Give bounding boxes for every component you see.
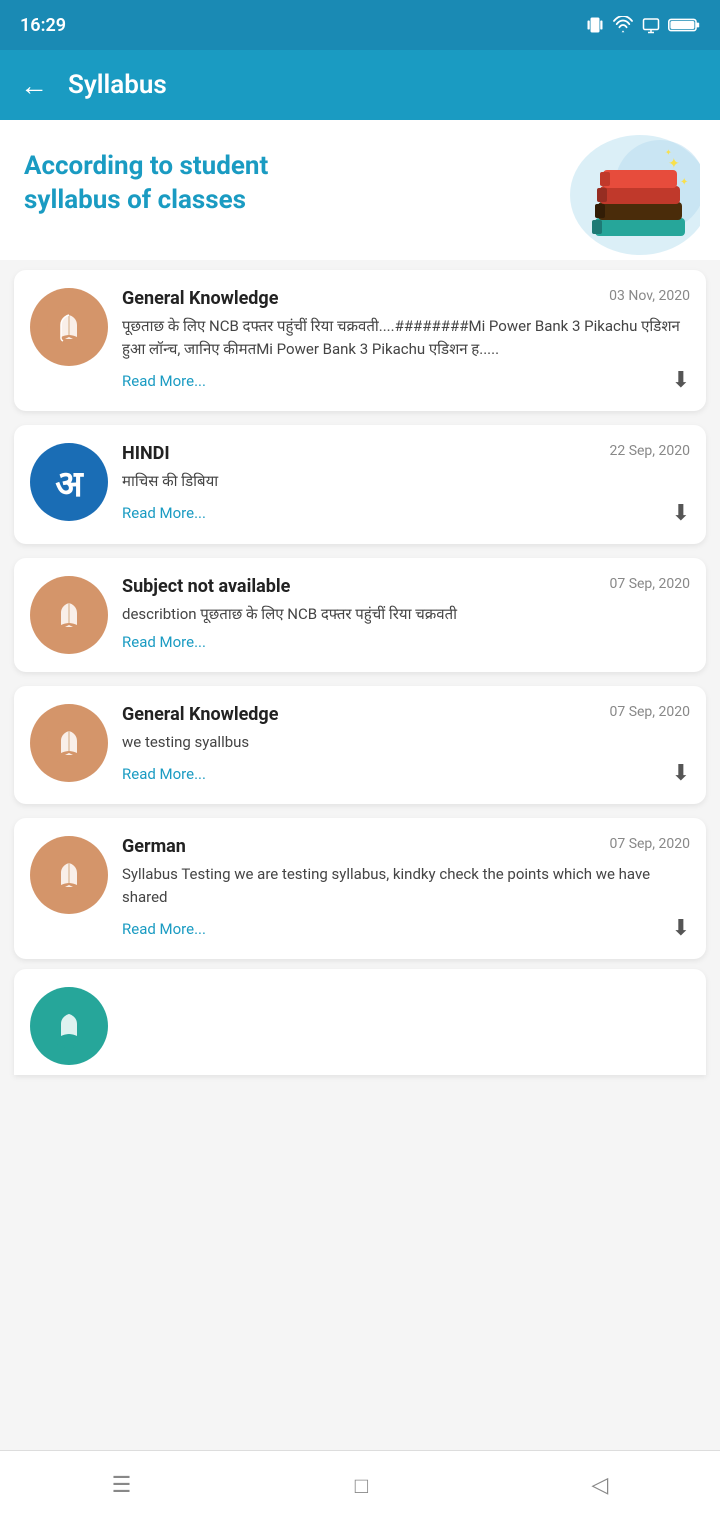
card-content-1: General Knowledge 03 Nov, 2020 पूछताछ के… — [122, 288, 690, 393]
card-item: General Knowledge 03 Nov, 2020 पूछताछ के… — [14, 270, 706, 411]
page-title: Syllabus — [68, 70, 167, 100]
card-date: 22 Sep, 2020 — [609, 443, 690, 459]
status-bar: 16:29 — [0, 0, 720, 50]
card-item: Subject not available 07 Sep, 2020 descr… — [14, 558, 706, 672]
back-nav-icon: ◁ — [591, 1473, 608, 1498]
download-icon[interactable]: ⬇ — [672, 368, 690, 393]
nav-back[interactable]: ◁ — [591, 1473, 608, 1498]
screen-icon — [642, 16, 660, 34]
header: ← Syllabus — [0, 50, 720, 120]
hindi-character: अ — [55, 458, 83, 507]
card-subject: General Knowledge — [122, 704, 278, 725]
card-description: माचिस की डिबिया — [122, 470, 690, 493]
svg-text:✦: ✦ — [680, 177, 688, 188]
cards-list: General Knowledge 03 Nov, 2020 पूछताछ के… — [0, 260, 720, 969]
nav-menu[interactable]: ☰ — [112, 1473, 132, 1498]
card-description: पूछताछ के लिए NCB दफ्तर पहुंचीं रिया चक्… — [122, 315, 690, 360]
home-icon: □ — [355, 1473, 368, 1499]
card-content-4: General Knowledge 07 Sep, 2020 we testin… — [122, 704, 690, 787]
hero-section: According to student syllabus of classes… — [0, 120, 720, 260]
card-icon-1 — [30, 288, 108, 366]
nav-home[interactable]: □ — [355, 1473, 368, 1499]
menu-icon: ☰ — [112, 1473, 132, 1498]
partial-card — [14, 969, 706, 1075]
card-content-2: HINDI 22 Sep, 2020 माचिस की डिबिया Read … — [122, 443, 690, 526]
card-item: अ HINDI 22 Sep, 2020 माचिस की डिबिया Rea… — [14, 425, 706, 544]
vibrate-icon — [586, 16, 604, 34]
status-time: 16:29 — [20, 15, 66, 36]
hero-illustration: ✦ ✦ ✦ — [520, 130, 700, 260]
hero-text: According to student syllabus of classes — [24, 150, 364, 218]
card-icon-3 — [30, 576, 108, 654]
card-icon-4 — [30, 704, 108, 782]
download-icon[interactable]: ⬇ — [672, 916, 690, 941]
svg-text:✦: ✦ — [668, 156, 680, 172]
card-date: 07 Sep, 2020 — [609, 704, 690, 720]
wifi-icon — [612, 16, 634, 34]
partial-card-icon — [30, 987, 108, 1065]
card-date: 07 Sep, 2020 — [609, 836, 690, 852]
svg-text:✦: ✦ — [665, 148, 672, 157]
read-more-button[interactable]: Read More... — [122, 633, 206, 651]
card-description: Syllabus Testing we are testing syllabus… — [122, 863, 690, 908]
card-subject: Subject not available — [122, 576, 290, 597]
status-icons — [586, 16, 700, 34]
read-more-button[interactable]: Read More... — [122, 504, 206, 522]
card-item: General Knowledge 07 Sep, 2020 we testin… — [14, 686, 706, 805]
download-icon[interactable]: ⬇ — [672, 501, 690, 526]
back-button[interactable]: ← — [20, 69, 48, 102]
card-item: German 07 Sep, 2020 Syllabus Testing we … — [14, 818, 706, 959]
card-date: 07 Sep, 2020 — [609, 576, 690, 592]
download-icon[interactable]: ⬇ — [672, 761, 690, 786]
battery-icon — [668, 16, 700, 34]
card-icon-5 — [30, 836, 108, 914]
read-more-button[interactable]: Read More... — [122, 920, 206, 938]
read-more-button[interactable]: Read More... — [122, 765, 206, 783]
card-date: 03 Nov, 2020 — [609, 288, 690, 304]
read-more-button[interactable]: Read More... — [122, 372, 206, 390]
card-content-5: German 07 Sep, 2020 Syllabus Testing we … — [122, 836, 690, 941]
card-description: describtion पूछताछ के लिए NCB दफ्तर पहुं… — [122, 603, 690, 626]
card-icon-2: अ — [30, 443, 108, 521]
card-content-3: Subject not available 07 Sep, 2020 descr… — [122, 576, 690, 652]
card-subject: HINDI — [122, 443, 170, 464]
card-description: we testing syallbus — [122, 731, 690, 754]
card-subject: General Knowledge — [122, 288, 278, 309]
bottom-nav: ☰ □ ◁ — [0, 1450, 720, 1520]
card-subject: German — [122, 836, 186, 857]
